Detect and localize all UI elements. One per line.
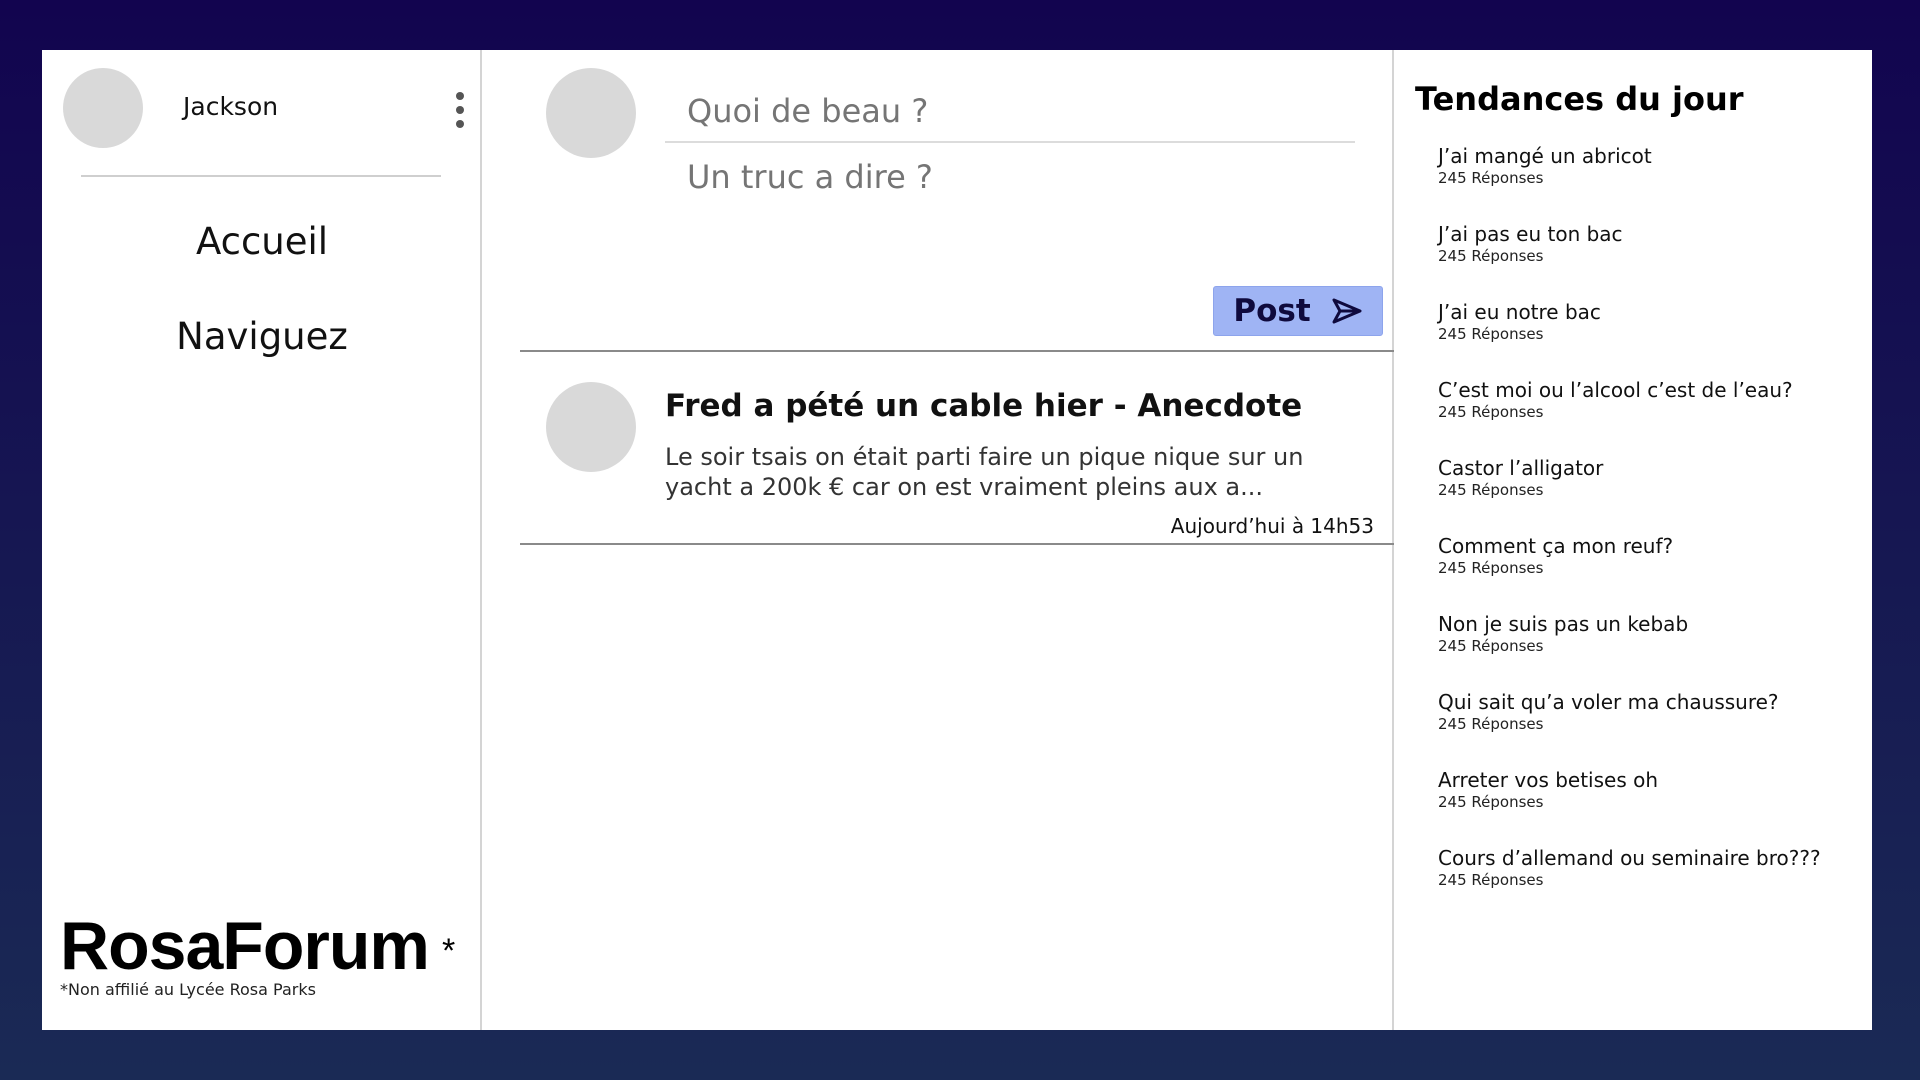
trend-item[interactable]: J’ai mangé un abricot 245 Réponses xyxy=(1438,143,1858,221)
nav-item-naviguez[interactable]: Naviguez xyxy=(42,315,482,358)
trend-reply-count: 245 Réponses xyxy=(1438,715,1544,733)
trend-item[interactable]: J’ai pas eu ton bac 245 Réponses xyxy=(1438,221,1858,299)
trend-reply-count: 245 Réponses xyxy=(1438,871,1544,889)
trends-title: Tendances du jour xyxy=(1415,80,1744,118)
trend-item[interactable]: Arreter vos betises oh 245 Réponses xyxy=(1438,767,1858,845)
trend-item[interactable]: J’ai eu notre bac 245 Réponses xyxy=(1438,299,1858,377)
compose-avatar xyxy=(546,68,636,158)
sidebar: Jackson Accueil Naviguez RosaForum * *No… xyxy=(42,50,482,1030)
brand-disclaimer: *Non affilié au Lycée Rosa Parks xyxy=(60,980,316,999)
trend-item[interactable]: Qui sait qu’a voler ma chaussure? 245 Ré… xyxy=(1438,689,1858,767)
trend-topic: Castor l’alligator xyxy=(1438,456,1604,480)
post-timestamp: Aujourd’hui à 14h53 xyxy=(1170,514,1374,538)
nav-item-accueil[interactable]: Accueil xyxy=(42,220,482,263)
trend-topic: J’ai eu notre bac xyxy=(1438,300,1601,324)
trend-reply-count: 245 Réponses xyxy=(1438,793,1544,811)
brand-logo: RosaForum xyxy=(60,908,430,984)
trend-item[interactable]: C’est moi ou l’alcool c’est de l’eau? 24… xyxy=(1438,377,1858,455)
trend-reply-count: 245 Réponses xyxy=(1438,325,1544,343)
post-button[interactable]: Post xyxy=(1213,286,1383,336)
trend-topic: J’ai mangé un abricot xyxy=(1438,144,1652,168)
trend-topic: J’ai pas eu ton bac xyxy=(1438,222,1623,246)
trend-item[interactable]: Comment ça mon reuf? 245 Réponses xyxy=(1438,533,1858,611)
trend-topic: Arreter vos betises oh xyxy=(1438,768,1659,792)
sidebar-divider xyxy=(81,175,441,177)
trend-reply-count: 245 Réponses xyxy=(1438,247,1544,265)
kebab-icon[interactable] xyxy=(453,92,467,128)
compose-divider xyxy=(665,141,1355,143)
kebab-dot xyxy=(456,106,464,114)
trend-reply-count: 245 Réponses xyxy=(1438,169,1544,187)
feed-divider xyxy=(520,350,1394,352)
post-excerpt: Le soir tsais on était parti faire un pi… xyxy=(665,443,1304,501)
post-author-avatar[interactable] xyxy=(546,382,636,472)
trend-reply-count: 245 Réponses xyxy=(1438,481,1544,499)
trend-reply-count: 245 Réponses xyxy=(1438,559,1544,577)
username[interactable]: Jackson xyxy=(183,92,278,121)
trend-list: J’ai mangé un abricot 245 Réponses J’ai … xyxy=(1438,143,1858,923)
trend-topic: C’est moi ou l’alcool c’est de l’eau? xyxy=(1438,378,1793,402)
main-feed: Post Fred a pété un cable hier - Anecdot… xyxy=(482,50,1394,1030)
app-window: Jackson Accueil Naviguez RosaForum * *No… xyxy=(42,50,1872,1030)
user-avatar[interactable] xyxy=(63,68,143,148)
trend-topic: Non je suis pas un kebab xyxy=(1438,612,1689,636)
send-icon xyxy=(1332,298,1362,324)
trend-item[interactable]: Cours d’allemand ou seminaire bro??? 245… xyxy=(1438,845,1858,923)
trend-topic: Comment ça mon reuf? xyxy=(1438,534,1674,558)
trend-topic: Qui sait qu’a voler ma chaussure? xyxy=(1438,690,1779,714)
post-title[interactable]: Fred a pété un cable hier - Anecdote xyxy=(665,388,1302,424)
trends-panel: Tendances du jour J’ai mangé un abricot … xyxy=(1394,50,1872,1030)
trend-reply-count: 245 Réponses xyxy=(1438,637,1544,655)
trend-item[interactable]: Non je suis pas un kebab 245 Réponses xyxy=(1438,611,1858,689)
compose-title-input[interactable] xyxy=(665,92,1355,130)
trend-reply-count: 245 Réponses xyxy=(1438,403,1544,421)
post-button-label: Post xyxy=(1233,293,1311,329)
trend-item[interactable]: Castor l’alligator 245 Réponses xyxy=(1438,455,1858,533)
compose-body-input[interactable] xyxy=(665,158,1355,258)
kebab-dot xyxy=(456,92,464,100)
brand-asterisk: * xyxy=(442,932,456,970)
trend-topic: Cours d’allemand ou seminaire bro??? xyxy=(1438,846,1821,870)
kebab-dot xyxy=(456,120,464,128)
feed-divider xyxy=(520,543,1394,545)
